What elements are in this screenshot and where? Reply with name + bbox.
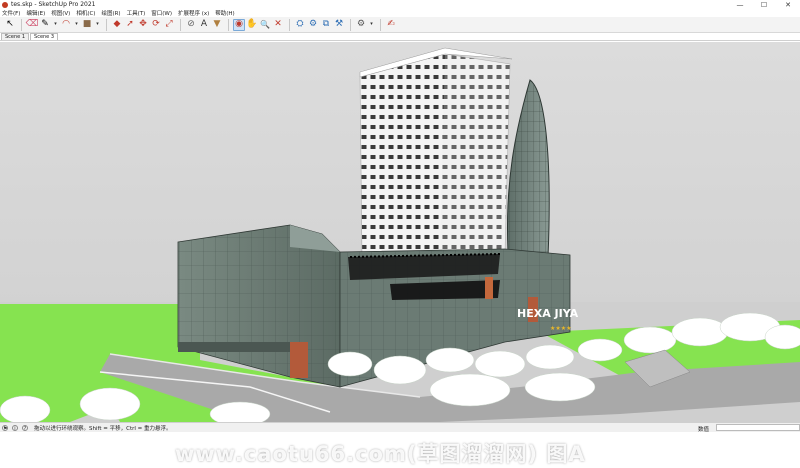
pencil-dropdown[interactable]: ▾: [52, 19, 59, 31]
menu-bar: 文件(F) 编辑(E) 视图(V) 相机(C) 绘图(R) 工具(T) 窗口(W…: [0, 9, 800, 17]
toolbar-separator: [350, 18, 351, 31]
menu-extensions[interactable]: 扩展程序 (x): [178, 9, 209, 17]
orbit-tool[interactable]: ◉: [233, 18, 245, 31]
tape-measure-icon: ⊘: [187, 19, 195, 29]
settings-dropdown[interactable]: ▾: [368, 19, 375, 31]
move-icon: ✥: [139, 19, 147, 29]
measurements-input[interactable]: [716, 424, 800, 431]
window-controls: — ☐ ✕: [728, 0, 800, 9]
menu-tools[interactable]: 工具(T): [127, 9, 146, 17]
pencil-tool[interactable]: ✎: [39, 19, 51, 31]
status-text: 拖动以进行环绕观察。Shift = 平移，Ctrl = 重力悬浮。: [34, 425, 172, 432]
settings-button[interactable]: ⚙: [355, 19, 367, 31]
eraser-icon: ⌫: [25, 19, 39, 29]
shape-dropdown[interactable]: ▾: [94, 19, 101, 31]
podium-column: [290, 342, 308, 378]
zoom-tool[interactable]: 🔍: [259, 19, 271, 31]
watermark-text: www.caotu66.com(草图溜溜网) 图A: [175, 442, 586, 466]
zoom-extents-tool[interactable]: ✕: [272, 19, 284, 31]
toolbar-separator: [380, 18, 381, 31]
building-sign: HEXA JIYA: [517, 307, 579, 320]
toolbar-separator: [106, 18, 107, 31]
push-pull-icon: ◆: [113, 19, 121, 29]
menu-draw[interactable]: 绘图(R): [101, 9, 120, 17]
3d-warehouse-icon: ⛭: [296, 19, 304, 29]
menu-view[interactable]: 视图(V): [51, 9, 70, 17]
select-tool[interactable]: ↖: [4, 19, 16, 31]
follow-me-icon: ➚: [126, 19, 134, 29]
sketchup-logo-icon: [2, 1, 8, 8]
menu-edit[interactable]: 编辑(E): [26, 9, 45, 17]
scene-render: [0, 42, 800, 427]
geolocation-icon[interactable]: ⚑: [2, 424, 8, 432]
instructor-icon[interactable]: ?: [22, 424, 28, 432]
sign-stars: ★★★★: [550, 325, 572, 332]
scale-tool[interactable]: ⤢: [163, 19, 175, 31]
maximize-button[interactable]: ☐: [752, 0, 776, 9]
credits-icon[interactable]: i: [12, 424, 18, 432]
dropdown-arrow-icon: ▾: [75, 21, 78, 27]
rotate-icon: ⟳: [152, 19, 160, 29]
arc-tool[interactable]: ◠: [60, 19, 72, 31]
window-title: tes.skp - SketchUp Pro 2021: [11, 1, 96, 8]
scene-tab-1[interactable]: Scene 1: [1, 33, 30, 40]
scale-icon: ⤢: [165, 19, 173, 29]
follow-me-tool[interactable]: ➚: [124, 19, 136, 31]
eraser-tool[interactable]: ⌫: [25, 19, 39, 31]
close-button[interactable]: ✕: [776, 0, 800, 9]
tape-measure-tool[interactable]: ⊘: [185, 19, 197, 31]
toolbar-separator: [180, 18, 181, 31]
shape-tool[interactable]: ■: [81, 19, 93, 31]
text-tool[interactable]: A: [198, 19, 210, 31]
3d-warehouse-button[interactable]: ⛭: [294, 19, 306, 31]
pencil-icon: ✎: [41, 19, 49, 29]
orbit-icon: ◉: [235, 19, 243, 29]
notepad-icon: ✍: [387, 19, 395, 29]
text-icon: A: [200, 19, 208, 29]
paint-bucket-icon: ▼: [213, 19, 221, 29]
extension-manager-button[interactable]: ⚒: [333, 19, 345, 31]
layout-icon: ⧉: [322, 19, 330, 29]
rotate-tool[interactable]: ⟳: [150, 19, 162, 31]
dropdown-arrow-icon: ▾: [370, 21, 373, 27]
minimize-button[interactable]: —: [728, 0, 752, 9]
extension-warehouse-button[interactable]: ⚙: [307, 19, 319, 31]
toolbar-separator: [21, 18, 22, 31]
pan-icon: ✋: [246, 19, 258, 29]
arc-dropdown[interactable]: ▾: [73, 19, 80, 31]
move-tool[interactable]: ✥: [137, 19, 149, 31]
menu-file[interactable]: 文件(F): [2, 9, 20, 17]
menu-window[interactable]: 窗口(W): [151, 9, 172, 17]
toolbar-separator: [289, 18, 290, 31]
scene-tab-3[interactable]: Scene 3: [30, 33, 59, 40]
notepad-button[interactable]: ✍: [385, 19, 397, 31]
title-bar: tes.skp - SketchUp Pro 2021 — ☐ ✕: [0, 0, 800, 9]
main-toolbar: ↖ ⌫ ✎ ▾ ◠ ▾ ■ ▾ ◆ ➚ ✥ ⟳ ⤢ ⊘ A ▼ ◉ ✋ 🔍 ✕ …: [0, 17, 800, 33]
menu-camera[interactable]: 相机(C): [76, 9, 95, 17]
dropdown-arrow-icon: ▾: [54, 21, 57, 27]
zoom-icon: 🔍: [260, 19, 270, 29]
menu-help[interactable]: 帮助(H): [215, 9, 234, 17]
settings-icon: ⚙: [356, 19, 366, 29]
status-bar: ⚑ i ? 拖动以进行环绕观察。Shift = 平移，Ctrl = 重力悬浮。 …: [0, 422, 800, 433]
extension-manager-icon: ⚒: [334, 19, 344, 29]
pan-tool[interactable]: ✋: [246, 19, 258, 31]
select-icon: ↖: [6, 19, 14, 29]
zoom-extents-icon: ✕: [274, 19, 282, 29]
extension-warehouse-icon: ⚙: [308, 19, 318, 29]
dropdown-arrow-icon: ▾: [96, 21, 99, 27]
push-pull-tool[interactable]: ◆: [111, 19, 123, 31]
shape-icon: ■: [82, 19, 92, 29]
model-viewport[interactable]: HEXA JIYA ★★★★ www.caotu66.com(草图溜溜网) 图A: [0, 42, 800, 466]
paint-bucket-tool[interactable]: ▼: [211, 19, 223, 31]
arc-icon: ◠: [62, 19, 70, 29]
layout-button[interactable]: ⧉: [320, 19, 332, 31]
toolbar-separator: [228, 18, 229, 31]
scene-tabs: Scene 1 Scene 3: [0, 33, 800, 41]
